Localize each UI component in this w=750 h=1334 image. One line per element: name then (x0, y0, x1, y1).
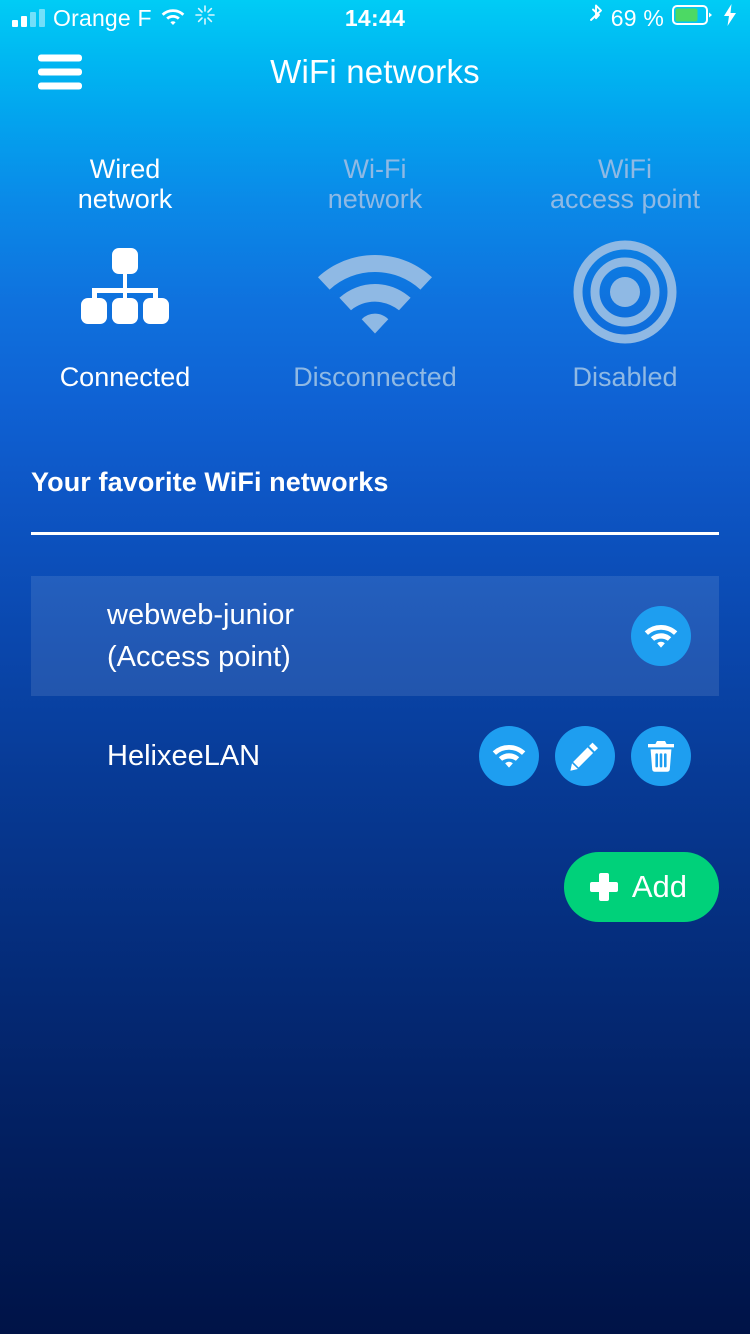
carrier-label: Orange F (53, 4, 152, 31)
card-status: Disabled (572, 362, 678, 393)
status-card-wifi-network[interactable]: Wi-Fi network Disconnected (250, 154, 500, 393)
favorite-networks-list: webweb-junior (Access point) HelixeeLAN (0, 576, 750, 816)
network-name: webweb-junior (107, 599, 294, 632)
connect-wifi-button[interactable] (479, 726, 539, 787)
status-bar: Orange F 14:44 69 % (0, 0, 750, 36)
battery-icon (672, 4, 714, 32)
battery-percent-label: 69 % (610, 4, 665, 31)
navbar: WiFi networks (0, 36, 750, 108)
delete-network-button[interactable] (631, 726, 691, 787)
clock-label: 14:44 (344, 4, 406, 31)
status-bar-right: 69 % (405, 3, 738, 33)
wifi-icon (160, 5, 186, 32)
network-status-cards: Wired network Connected Wi-Fi network Di… (0, 154, 750, 393)
add-network-button[interactable]: Add (563, 852, 719, 923)
connect-wifi-button[interactable] (631, 606, 691, 667)
network-name: HelixeeLAN (107, 740, 261, 773)
add-button-label: Add (631, 869, 687, 905)
lightning-bolt-icon (722, 3, 738, 33)
sitemap-icon (0, 232, 250, 352)
edit-network-button[interactable] (555, 726, 615, 787)
status-card-wired-network[interactable]: Wired network Connected (0, 154, 250, 393)
status-card-wifi-access-point[interactable]: WiFi access point Disabled (500, 154, 750, 393)
plus-icon (589, 873, 618, 902)
card-status: Disconnected (293, 362, 457, 393)
section-divider (31, 532, 719, 536)
sync-spinner-icon (194, 4, 216, 32)
favorites-section-header: Your favorite WiFi networks (0, 467, 750, 536)
section-title: Your favorite WiFi networks (31, 467, 389, 498)
hamburger-menu-icon[interactable] (38, 54, 82, 90)
page-title: WiFi networks (270, 53, 480, 90)
network-list-item[interactable]: HelixeeLAN (31, 696, 719, 816)
access-point-icon (500, 232, 750, 352)
status-bar-left: Orange F (12, 4, 345, 32)
card-title: WiFi access point (549, 154, 701, 215)
add-button-container: Add (0, 852, 750, 923)
network-subtitle: (Access point) (107, 641, 291, 674)
network-actions (479, 726, 691, 787)
network-labels: HelixeeLAN (107, 735, 479, 777)
network-actions (631, 606, 691, 667)
network-labels: webweb-junior (Access point) (107, 594, 631, 678)
wifi-icon (250, 232, 500, 352)
card-status: Connected (59, 362, 191, 393)
bluetooth-icon (589, 3, 603, 33)
cellular-signal-icon (12, 9, 45, 27)
card-title: Wi-Fi network (327, 154, 423, 215)
card-title: Wired network (77, 154, 173, 215)
network-list-item[interactable]: webweb-junior (Access point) (31, 576, 719, 697)
